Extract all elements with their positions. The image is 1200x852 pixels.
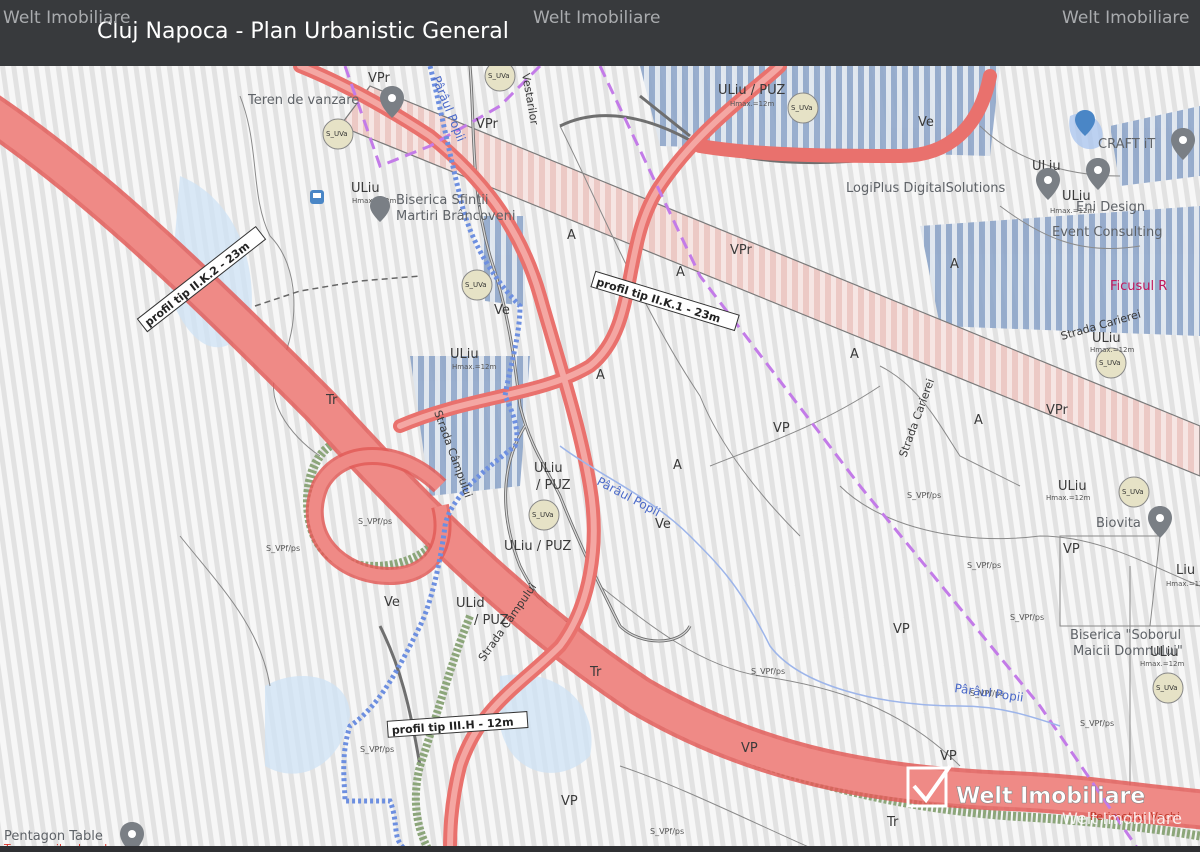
zone-ve: Ve [494, 303, 510, 318]
zone-ulid: ULid [456, 596, 485, 611]
map-canvas[interactable]: profil tip II.K.2 - 23m profil tip II.K.… [0, 66, 1200, 852]
poi-ficusul[interactable]: Ficusul R [1110, 279, 1167, 294]
poi-label: Biovita [1096, 516, 1141, 531]
zone-vp: VP [561, 794, 578, 809]
zone-vp: VP [773, 421, 790, 436]
zone-vp: VP [741, 741, 758, 756]
svg-text:S_UVa: S_UVa [1099, 359, 1121, 367]
zone-hmax: Hmax.=12m [1090, 346, 1135, 354]
zone-liu: Liu [1176, 563, 1195, 578]
bottom-strip [0, 846, 1200, 852]
logo-text: Welt Imobiliare [956, 784, 1145, 809]
svg-text:S_UVa: S_UVa [1122, 488, 1144, 496]
poi-label: Eni Design [1076, 200, 1145, 215]
zone-a: A [673, 458, 682, 473]
poi-label: Event Consulting [1052, 225, 1162, 240]
zone-svp: S_VPf/ps [360, 745, 394, 754]
page-title: Cluj Napoca - Plan Urbanistic General [97, 19, 509, 44]
zone-tr: Tr [325, 393, 338, 408]
watermark-text: Welt Imobiliare [1062, 809, 1182, 828]
uva-marker: S_UVa [528, 499, 560, 531]
uva-marker: S_UVa [461, 269, 493, 301]
zone-uliu: ULiu [1058, 479, 1087, 494]
zone-hmax: Hmax.=12m [1166, 580, 1200, 588]
zone-svp: S_VPf/ps [358, 517, 392, 526]
poi-label: LogiPlus DigitalSolutions [846, 181, 1006, 196]
zone-svp: S_VPf/ps [266, 544, 300, 553]
zone-uliu-puz: ULiu / PUZ [718, 83, 785, 98]
watermark-text: Welt Imobiliare [1062, 8, 1190, 28]
uva-marker: S_UVa [787, 92, 819, 124]
zone-hmax: Hmax.=12m [730, 100, 775, 108]
zone-uliu-puz: ULiu / PUZ [504, 539, 571, 554]
svg-text:S_UVa: S_UVa [1156, 684, 1178, 692]
uva-marker: S_UVa [1152, 672, 1184, 704]
zone-tr: Tr [589, 665, 602, 680]
zone-uliu: ULiu [351, 181, 380, 196]
poi-label: Biserica "Soborul [1070, 628, 1181, 643]
zone-uliu-puz: ULiu [534, 461, 563, 476]
poi-label: CRAFT iT [1098, 137, 1155, 152]
zone-vp: VP [893, 622, 910, 637]
watermark-text: Welt Imobiliare [3, 8, 131, 28]
svg-text:S_UVa: S_UVa [488, 72, 510, 80]
zone-a: A [850, 347, 859, 362]
uva-marker: S_UVa [1118, 476, 1150, 508]
poi-label: Maicii Domnului" [1073, 644, 1183, 659]
zone-a: A [950, 257, 959, 272]
zone-vp: VP [940, 749, 957, 764]
zone-svp: S_VPf/ps [650, 827, 684, 836]
map-viewer: Cluj Napoca - Plan Urbanistic General We… [0, 0, 1200, 852]
header-bar: Cluj Napoca - Plan Urbanistic General We… [0, 0, 1200, 66]
zone-vpr: VPr [476, 117, 499, 132]
svg-text:S_UVa: S_UVa [465, 281, 487, 289]
poi-label: Ficusul R [1110, 279, 1167, 294]
uva-marker: S_UVa [484, 66, 516, 92]
svg-text:S_UVa: S_UVa [532, 511, 554, 519]
zone-ve: Ve [918, 115, 934, 130]
zone-uliu: ULiu [450, 347, 479, 362]
zone-hmax: Hmax.=12m [452, 363, 497, 371]
zone-hmax: Hmax.=12m [1140, 660, 1185, 668]
zone-vpr: VPr [368, 71, 391, 86]
zone-svp: S_VPf/ps [751, 667, 785, 676]
zone-svp: S_VPf/ps [1010, 613, 1044, 622]
zone-svp: S_VPf/ps [967, 561, 1001, 570]
zone-vpr: VPr [730, 243, 753, 258]
zone-a: A [974, 413, 983, 428]
poi-label: Biserica Sfinții [396, 193, 489, 208]
zone-svp: S_VPf/ps [907, 491, 941, 500]
zone-a: A [567, 228, 576, 243]
zone-uliu-puz: / PUZ [536, 478, 571, 493]
zone-vp: VP [1063, 542, 1080, 557]
watermark-text: Welt Imobiliare [533, 8, 661, 28]
svg-text:S_UVa: S_UVa [326, 130, 348, 138]
zone-vpr: VPr [1046, 403, 1069, 418]
urban-plan-map[interactable]: profil tip II.K.2 - 23m profil tip II.K.… [0, 66, 1200, 852]
poi-soborul[interactable]: Biserica "Soborul Maicii Domnului" [1070, 628, 1183, 659]
zone-a: A [676, 265, 685, 280]
zone-tr: Tr [886, 815, 899, 830]
zone-ve: Ve [655, 517, 671, 532]
uva-marker: S_UVa [322, 118, 354, 150]
poi-label: Teren de vanzare [247, 93, 359, 108]
svg-text:S_UVa: S_UVa [791, 104, 813, 112]
zone-hmax: Hmax.=12m [1046, 494, 1091, 502]
zone-a: A [596, 368, 605, 383]
zone-ve: Ve [384, 595, 400, 610]
zone-svp: S_VPf/ps [1080, 719, 1114, 728]
poi-label: Martiri Brâncoveni [396, 209, 515, 224]
bus-stop[interactable] [310, 190, 324, 204]
